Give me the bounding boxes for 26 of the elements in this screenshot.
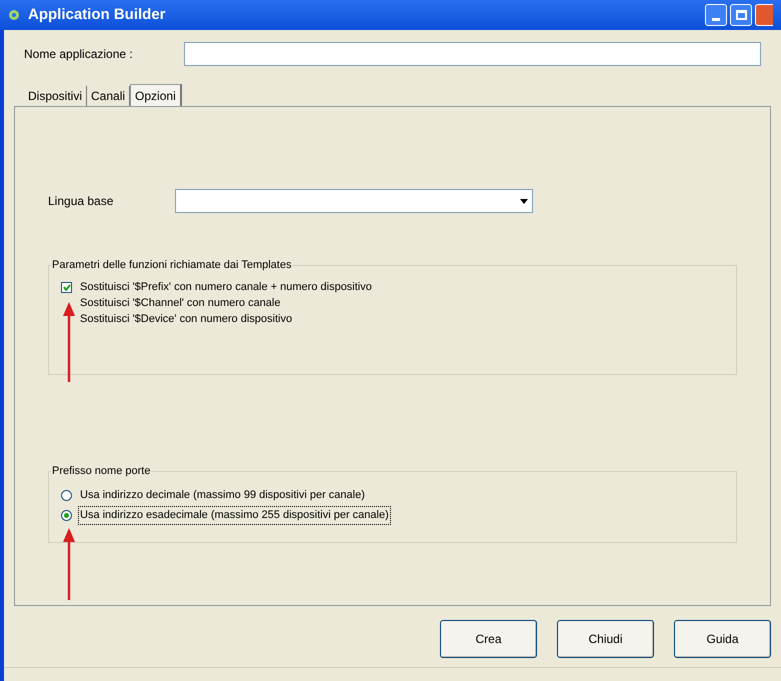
window-title: Application Builder: [28, 4, 166, 25]
group-title: Parametri delle funzioni richiamate dai Templates: [51, 258, 292, 273]
close-button[interactable]: [755, 4, 773, 26]
checkbox[interactable]: [61, 282, 72, 293]
field-label: Nome applicazione :: [24, 46, 134, 63]
dialog-button[interactable]: Crea: [440, 620, 537, 658]
option-label: Sostituisci '$Prefix' con numero canale + numero dispositivo: [80, 280, 372, 296]
language-dropdown[interactable]: [175, 189, 533, 213]
tab[interactable]: Opzioni: [130, 84, 182, 106]
input-field[interactable]: [184, 42, 761, 66]
option-label: Usa indirizzo decimale (massimo 99 dispositivi per canale): [79, 488, 366, 504]
dialog-button[interactable]: Guida: [674, 620, 771, 658]
minimize-button[interactable]: [705, 4, 727, 26]
option-label: Sostituisci '$Channel' con numero canale: [80, 296, 280, 312]
radio-button[interactable]: [61, 510, 72, 521]
app-icon: [8, 9, 20, 21]
check-icon: [62, 284, 70, 291]
annotation-arrow: [63, 528, 75, 600]
dropdown-arrow-icon: [520, 198, 528, 204]
option-label: Sostituisci '$Device' con numero dispositivo: [80, 312, 292, 328]
maximize-button[interactable]: [730, 4, 752, 26]
dialog-button[interactable]: Chiudi: [557, 620, 654, 658]
option-label: Usa indirizzo esadecimale (massimo 255 dispositivi per canale): [78, 506, 391, 525]
radio-button[interactable]: [61, 490, 72, 501]
group-title: Prefisso nome porte: [51, 464, 152, 479]
field-label: Lingua base: [48, 193, 114, 210]
